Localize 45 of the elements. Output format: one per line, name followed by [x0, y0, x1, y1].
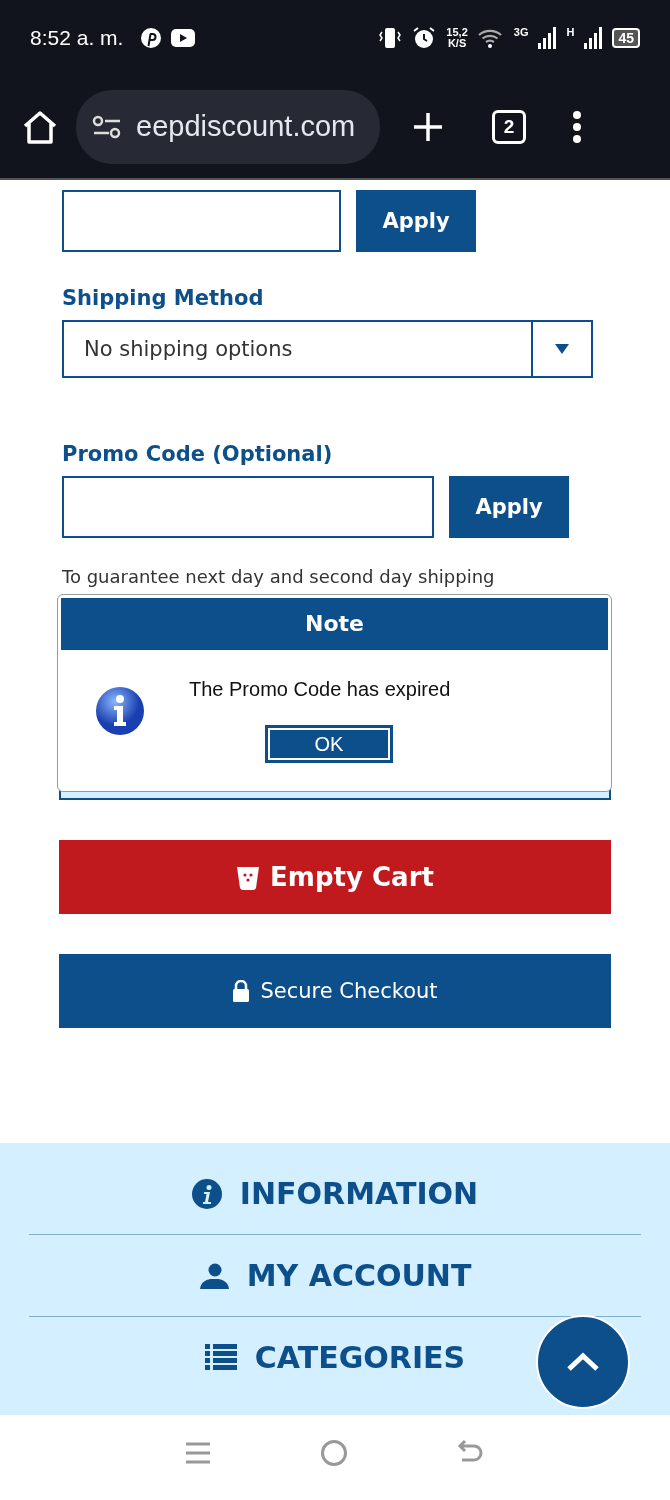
- field-label: Shipping Method: [62, 286, 265, 310]
- checkout-button[interactable]: Secure Checkout: [59, 954, 611, 1028]
- url-text: eepdiscount.com: [136, 110, 356, 143]
- ok-button[interactable]: OK: [265, 725, 393, 763]
- vibrate-icon: [378, 26, 403, 49]
- signal-icon: [538, 26, 557, 49]
- caret-icon: [555, 344, 569, 354]
- alarm-icon: [412, 25, 437, 50]
- network-speed: 15,2: [446, 25, 468, 38]
- home-icon[interactable]: [22, 109, 58, 144]
- tab-count[interactable]: 2: [492, 109, 526, 144]
- status-time: 8:52 a. m.: [30, 25, 124, 50]
- empty-cart-button[interactable]: Empty Cart: [59, 840, 611, 914]
- field-label: Promo Code (Optional): [62, 442, 334, 466]
- shipping-select[interactable]: No shipping options: [62, 320, 593, 378]
- promo-input[interactable]: [62, 476, 434, 538]
- coupon-input[interactable]: [62, 190, 341, 252]
- pinterest-icon: [141, 27, 162, 48]
- footer-link[interactable]: INFORMATION: [239, 1176, 479, 1211]
- chevron-up-icon: [566, 1352, 600, 1372]
- site-settings-icon[interactable]: [92, 114, 122, 139]
- menu-icon[interactable]: [572, 110, 582, 143]
- info-icon: [191, 1178, 222, 1209]
- dialog-title: Note: [61, 598, 608, 650]
- network-type: 3G: [513, 26, 529, 38]
- dialog-message: The Promo Code has expired: [189, 678, 451, 701]
- apply-button[interactable]: Apply: [449, 476, 569, 538]
- list-icon: [204, 1343, 237, 1372]
- footer-link[interactable]: MY ACCOUNT: [246, 1258, 472, 1293]
- youtube-icon: [171, 28, 196, 47]
- home-button-icon[interactable]: [320, 1438, 348, 1467]
- trash-icon: [236, 864, 261, 890]
- footer-link[interactable]: CATEGORIES: [254, 1340, 466, 1375]
- apply-button[interactable]: Apply: [356, 190, 476, 252]
- signal-icon: [584, 26, 603, 49]
- wifi-icon: [477, 27, 504, 48]
- shipping-notice: To guarantee next day and second day shipping: [62, 566, 496, 588]
- address-bar[interactable]: eepdiscount.com: [76, 89, 380, 164]
- info-icon: [95, 686, 145, 736]
- speed-unit: K/S: [447, 36, 467, 49]
- network-type: H: [566, 26, 575, 38]
- plus-icon[interactable]: [412, 110, 444, 143]
- lock-icon: [232, 980, 251, 1002]
- battery-level: 45: [612, 27, 640, 48]
- person-icon: [198, 1262, 229, 1289]
